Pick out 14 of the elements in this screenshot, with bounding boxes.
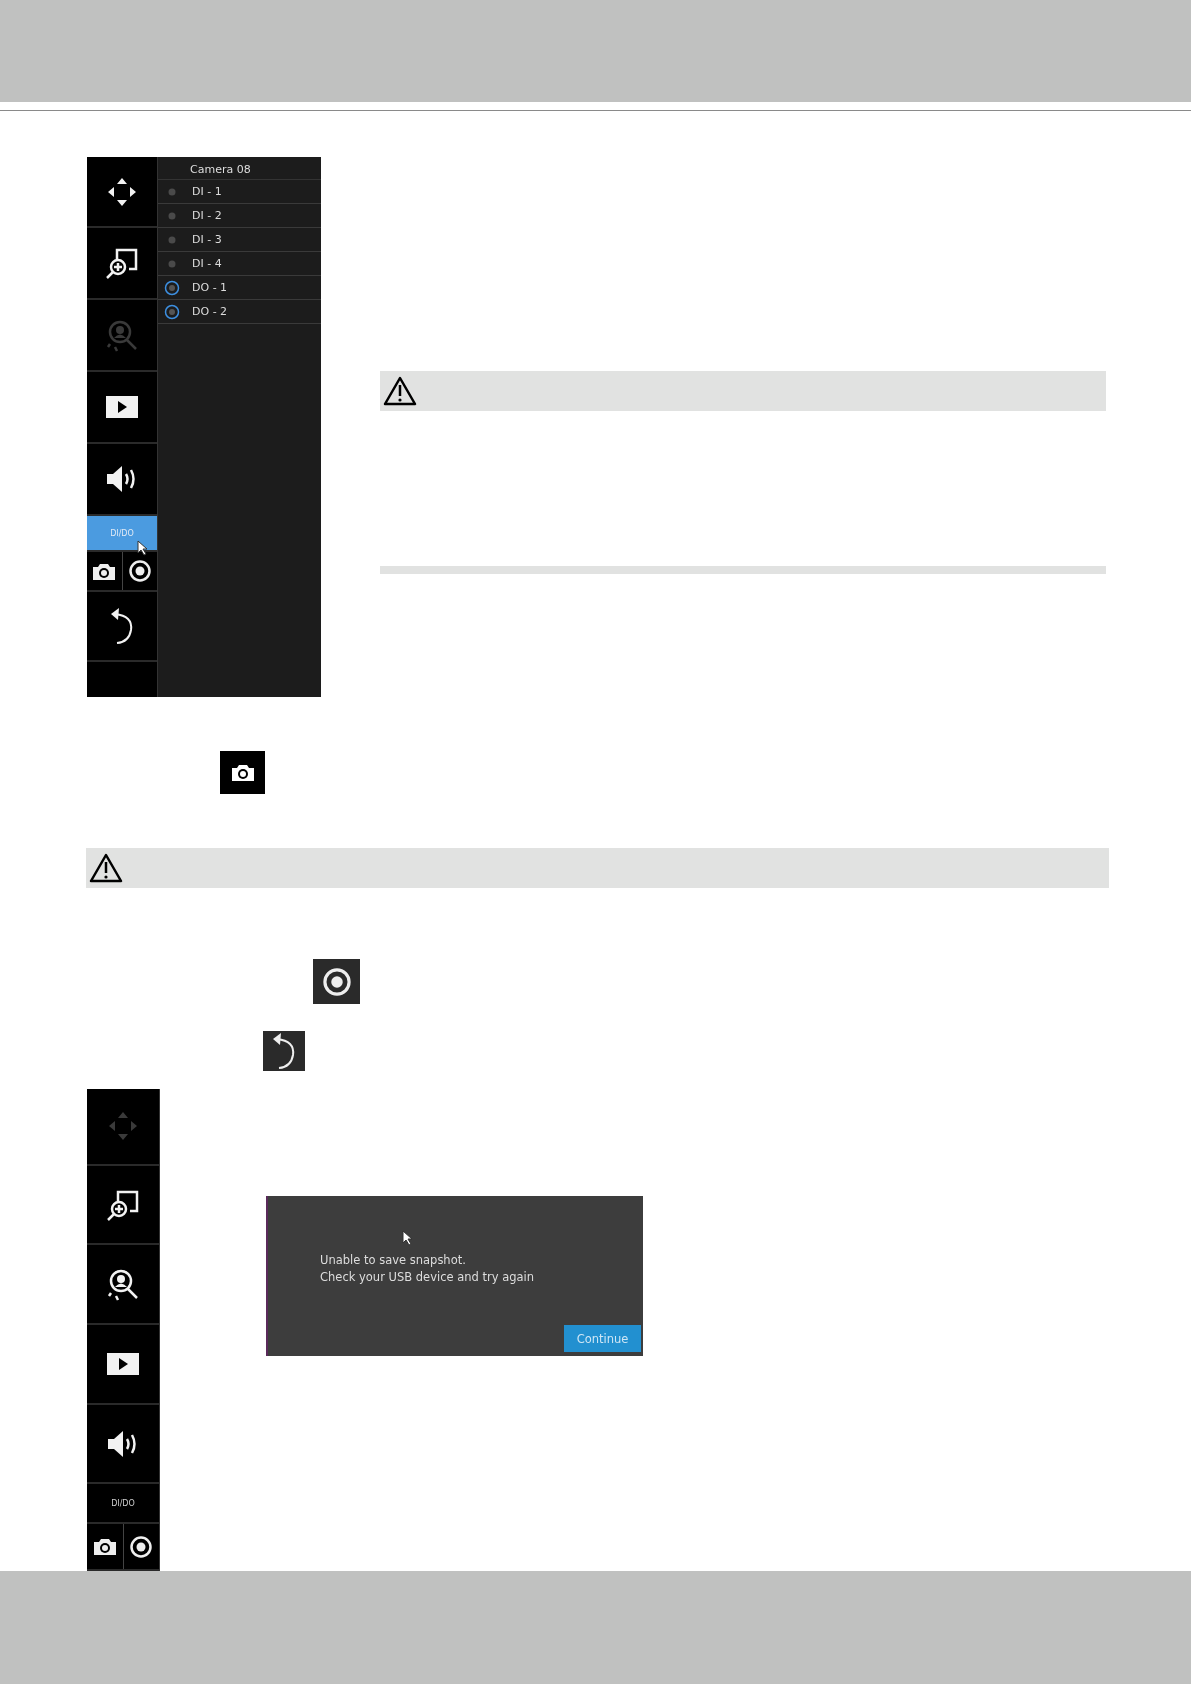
warning-icon <box>89 853 123 883</box>
pointer-icon <box>137 540 149 556</box>
dialog-message: Check your USB device and try again <box>320 1269 536 1286</box>
camera-icon <box>93 562 116 580</box>
play-icon <box>107 1352 139 1375</box>
camera-icon <box>93 1538 116 1556</box>
record-icon <box>322 967 351 996</box>
pointer-icon <box>402 1230 414 1246</box>
record-icon <box>130 1535 153 1558</box>
warning-icon <box>383 376 417 406</box>
dialog-message: Unable to save snapshot. <box>320 1252 467 1269</box>
camera-icon <box>231 764 254 781</box>
record-icon <box>128 560 151 582</box>
play-icon <box>106 396 138 418</box>
